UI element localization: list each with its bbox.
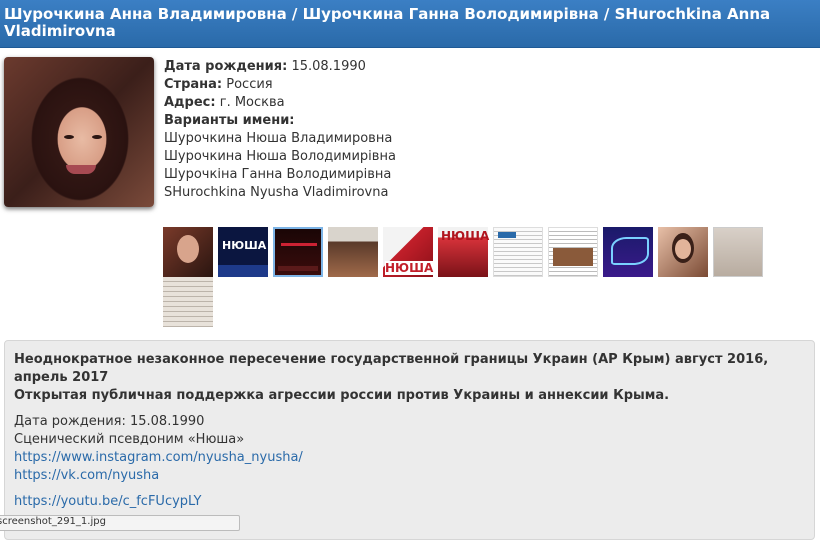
country-label: Страна: (164, 77, 223, 92)
name-variant: Шурочкина Нюша Володимирівна (164, 149, 396, 164)
photo-eye (92, 135, 102, 139)
gallery-thumb[interactable] (658, 227, 708, 277)
variants-label: Варианты имени: (164, 113, 295, 128)
country-value: Россия (226, 77, 273, 92)
gallery-thumb[interactable] (603, 227, 653, 277)
headline-support-aggression: Открытая публичная поддержка агрессии ро… (14, 388, 670, 403)
thumb-caption: НЮША (441, 229, 490, 243)
headline-border-crossing: Неоднократное незаконное пересечение гос… (14, 352, 769, 385)
details-stage-name: Сценический псевдоним «Нюша» (14, 432, 245, 447)
photo-eye (64, 135, 74, 139)
gallery-thumb[interactable]: НЮША (218, 227, 268, 277)
details-panel: Неоднократное незаконное пересечение гос… (4, 340, 815, 540)
name-variant: SHurochkina Nyusha Vladimirovna (164, 185, 389, 200)
birth-value: 15.08.1990 (291, 59, 366, 74)
profile-photo[interactable] (4, 57, 154, 207)
name-variant: Шурочкина Нюша Владимировна (164, 131, 393, 146)
page-title: Шурочкина Анна Владимировна / Шурочкина … (4, 5, 771, 40)
birth-label: Дата рождения: (164, 59, 288, 74)
gallery-thumb[interactable] (163, 277, 213, 327)
details-birth: Дата рождения: 15.08.1990 (14, 414, 205, 429)
filename-tooltip: screenshot_291_1.jpg (0, 515, 240, 531)
gallery-thumb[interactable] (548, 227, 598, 277)
address-value: г. Москва (219, 95, 285, 110)
address-row: Адрес: г. Москва (164, 94, 396, 112)
profile-info: Дата рождения: 15.08.1990 Страна: Россия… (164, 58, 396, 202)
address-label: Адрес: (164, 95, 216, 110)
gallery-thumb[interactable]: НЮША (383, 227, 434, 277)
name-variant: Шурочкіна Ганна Володимирівна (164, 167, 392, 182)
country-row: Страна: Россия (164, 76, 396, 94)
gallery-thumb[interactable] (328, 227, 378, 277)
thumb-caption: НЮША (222, 239, 267, 252)
youtube-link[interactable]: https://youtu.be/c_fcFUcypLY (14, 493, 805, 511)
details-body: Дата рождения: 15.08.1990 Сценический пс… (14, 413, 805, 511)
gallery-thumb[interactable] (163, 227, 213, 277)
instagram-link[interactable]: https://www.instagram.com/nyusha_nyusha/ (14, 449, 805, 467)
thumb-caption: НЮША (385, 261, 434, 275)
page-title-bar: Шурочкина Анна Владимировна / Шурочкина … (0, 0, 820, 48)
birth-row: Дата рождения: 15.08.1990 (164, 58, 396, 76)
tooltip-text: screenshot_291_1.jpg (0, 516, 106, 527)
gallery-thumb[interactable] (493, 227, 543, 277)
gallery-thumb[interactable] (273, 227, 323, 277)
vk-link[interactable]: https://vk.com/nyusha (14, 467, 805, 485)
gallery-thumb[interactable]: НЮША (438, 227, 490, 277)
photo-mouth (66, 165, 96, 174)
gallery-thumb[interactable] (713, 227, 763, 277)
